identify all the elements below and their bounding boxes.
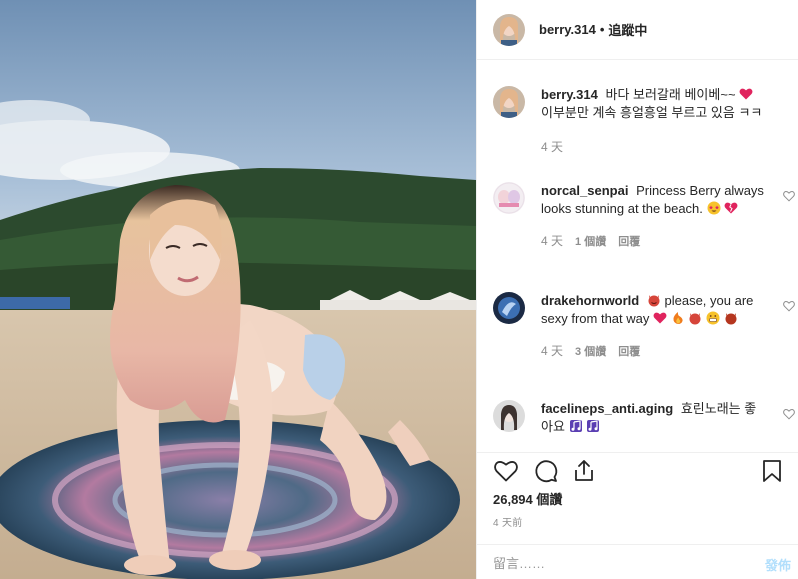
add-comment-bar: 發佈 bbox=[477, 544, 798, 579]
commenter-username[interactable]: norcal_senpai bbox=[541, 183, 628, 198]
musical-notes-emoji-icon bbox=[587, 420, 600, 432]
musical-notes-emoji-icon bbox=[569, 420, 582, 432]
author-avatar[interactable] bbox=[493, 13, 525, 46]
commenter-avatar[interactable] bbox=[493, 400, 525, 432]
comment-meta: 4 天 1 個讚 回覆 bbox=[541, 232, 767, 249]
share-icon[interactable] bbox=[571, 458, 597, 484]
comment-text: drakehornworld please, you are sexy from… bbox=[541, 292, 767, 328]
post-container: berry.314 • 追蹤中 berry.314 바다 보러갈래 베이베~~ … bbox=[0, 0, 798, 579]
star-struck-emoji-icon bbox=[707, 201, 721, 215]
reply-button[interactable]: 回覆 bbox=[618, 233, 640, 249]
comment-body: drakehornworld please, you are sexy from… bbox=[541, 292, 767, 359]
bookmark-icon[interactable] bbox=[759, 458, 785, 484]
grinning-emoji-icon bbox=[706, 311, 720, 325]
post-header: berry.314 • 追蹤中 bbox=[477, 0, 798, 60]
post-side-panel: berry.314 • 追蹤中 berry.314 바다 보러갈래 베이베~~ … bbox=[476, 0, 798, 579]
author-username-link[interactable]: berry.314 bbox=[539, 22, 596, 37]
caption-author-avatar[interactable] bbox=[493, 86, 525, 118]
reply-button[interactable]: 回覆 bbox=[618, 343, 640, 359]
comment-time[interactable]: 4 天 bbox=[541, 232, 563, 249]
comment-likes[interactable]: 1 個讚 bbox=[575, 233, 606, 249]
caption-text: berry.314 바다 보러갈래 베이베~~ 이부분만 계속 흥얼흥얼 부르고… bbox=[541, 86, 767, 122]
comment-meta: 4 天 3 個讚 回覆 bbox=[541, 342, 767, 359]
caption-meta: 4 天 bbox=[541, 138, 767, 155]
devil-emoji-icon bbox=[725, 313, 736, 325]
devil-emoji-icon bbox=[689, 313, 701, 325]
caption-time[interactable]: 4 天 bbox=[541, 138, 563, 155]
like-comment-heart-icon[interactable] bbox=[783, 190, 795, 202]
post-action-bar bbox=[477, 452, 798, 488]
comments-list[interactable]: berry.314 바다 보러갈래 베이베~~ 이부분만 계속 흥얼흥얼 부르고… bbox=[477, 74, 798, 444]
comment-text: norcal_senpai Princess Berry always look… bbox=[541, 182, 767, 218]
following-button[interactable]: 追蹤中 bbox=[608, 20, 647, 39]
beach-photo-illustration bbox=[0, 0, 476, 579]
post-timestamp[interactable]: 4 天前 bbox=[493, 514, 523, 529]
comment-item: norcal_senpai Princess Berry always look… bbox=[493, 182, 795, 249]
commenter-username[interactable]: facelineps_anti.aging bbox=[541, 401, 673, 416]
red-heart-emoji-icon bbox=[653, 312, 667, 324]
post-comment-button[interactable]: 發佈 bbox=[765, 555, 791, 574]
caption-comment: berry.314 바다 보러갈래 베이베~~ 이부분만 계속 흥얼흥얼 부르고… bbox=[493, 86, 783, 155]
like-comment-heart-icon[interactable] bbox=[783, 408, 795, 420]
post-photo[interactable] bbox=[0, 0, 476, 579]
devil-emoji-icon bbox=[648, 295, 660, 307]
like-count[interactable]: 26,894 個讚 bbox=[493, 489, 562, 508]
commenter-username[interactable]: drakehornworld bbox=[541, 293, 639, 308]
heart-icon[interactable] bbox=[493, 458, 519, 484]
commenter-avatar[interactable] bbox=[493, 292, 525, 324]
comment-input[interactable] bbox=[493, 553, 743, 573]
comment-item: drakehornworld please, you are sexy from… bbox=[493, 292, 795, 359]
caption-username[interactable]: berry.314 bbox=[541, 87, 598, 102]
comment-body: facelineps_anti.aging 효린노래는 좋아요 bbox=[541, 400, 767, 436]
caption-text-line1: 바다 보러갈래 베이베~~ bbox=[605, 87, 736, 102]
comment-icon[interactable] bbox=[533, 458, 559, 484]
comment-time[interactable]: 4 天 bbox=[541, 342, 563, 359]
caption-text-line2: 이부분만 계속 흥얼흥얼 부르고 있음 ㅋㅋ bbox=[541, 105, 763, 120]
commenter-avatar[interactable] bbox=[493, 182, 525, 214]
header-separator: • bbox=[599, 22, 605, 37]
like-comment-heart-icon[interactable] bbox=[783, 300, 795, 312]
broken-heart-emoji-icon bbox=[724, 202, 738, 214]
comment-body: norcal_senpai Princess Berry always look… bbox=[541, 182, 767, 249]
red-heart-emoji-icon bbox=[739, 88, 753, 100]
comment-likes[interactable]: 3 個讚 bbox=[575, 343, 606, 359]
caption-body: berry.314 바다 보러갈래 베이베~~ 이부분만 계속 흥얼흥얼 부르고… bbox=[541, 86, 767, 155]
fire-emoji-icon bbox=[673, 312, 683, 324]
comment-text: facelineps_anti.aging 효린노래는 좋아요 bbox=[541, 400, 767, 436]
comment-item: facelineps_anti.aging 효린노래는 좋아요 bbox=[493, 400, 795, 436]
